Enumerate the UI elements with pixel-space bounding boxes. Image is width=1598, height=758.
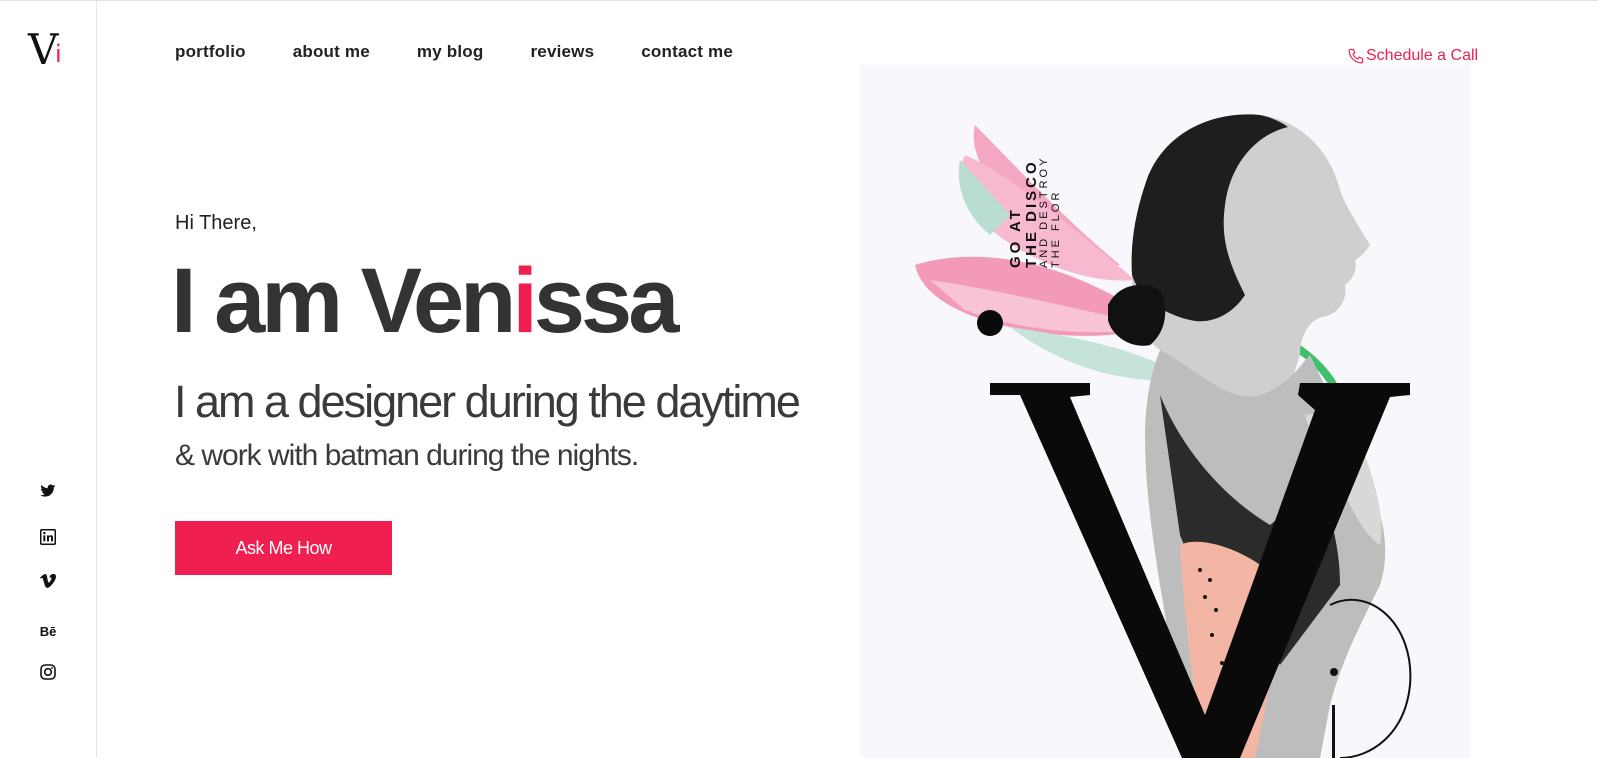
nav-my-blog[interactable]: my blog [417, 42, 484, 68]
hero-artwork [915, 114, 1412, 758]
logo-accent: i [55, 40, 62, 68]
behance-icon[interactable]: Bē [35, 619, 61, 645]
hero-greeting: Hi There, [175, 212, 257, 234]
vimeo-icon[interactable] [35, 574, 61, 600]
hero-name-prefix: I am Ven [171, 250, 516, 352]
main-nav: portfolio about me my blog reviews conta… [175, 42, 780, 68]
top-border [0, 0, 1598, 1]
nav-contact-me[interactable]: contact me [641, 42, 733, 68]
behance-label: Bē [39, 624, 57, 639]
hero-name-suffix: ssa [533, 250, 679, 352]
logo-letter: V [28, 25, 59, 74]
social-links: Bē [0, 479, 96, 709]
hero-name: I am Venissa [171, 246, 679, 356]
hero-name-accent: i [512, 250, 537, 352]
artwork-text-line-1: GO AT [1007, 207, 1024, 268]
site-logo[interactable]: V i [28, 29, 62, 73]
hero-tagline-primary: I am a designer during the daytime [174, 376, 801, 427]
sidebar: V i Bē [0, 1, 97, 758]
nav-portfolio[interactable]: portfolio [175, 42, 246, 68]
hero-tagline-secondary: & work with batman during the nights. [175, 439, 639, 472]
linkedin-icon[interactable] [35, 529, 61, 555]
artwork-text-line-4: THE FLOR [1050, 189, 1062, 268]
schedule-call-label: Schedule a Call [1366, 47, 1479, 64]
schedule-call-link[interactable]: Schedule a Call [1347, 45, 1478, 67]
ask-me-how-button[interactable]: Ask Me How [175, 521, 392, 575]
instagram-icon[interactable] [35, 664, 61, 690]
phone-icon [1348, 48, 1364, 63]
artwork-text-line-3: AND DESTROY [1038, 155, 1050, 268]
nav-about-me[interactable]: about me [293, 42, 370, 68]
twitter-icon[interactable] [35, 484, 61, 510]
nav-reviews[interactable]: reviews [530, 42, 594, 68]
